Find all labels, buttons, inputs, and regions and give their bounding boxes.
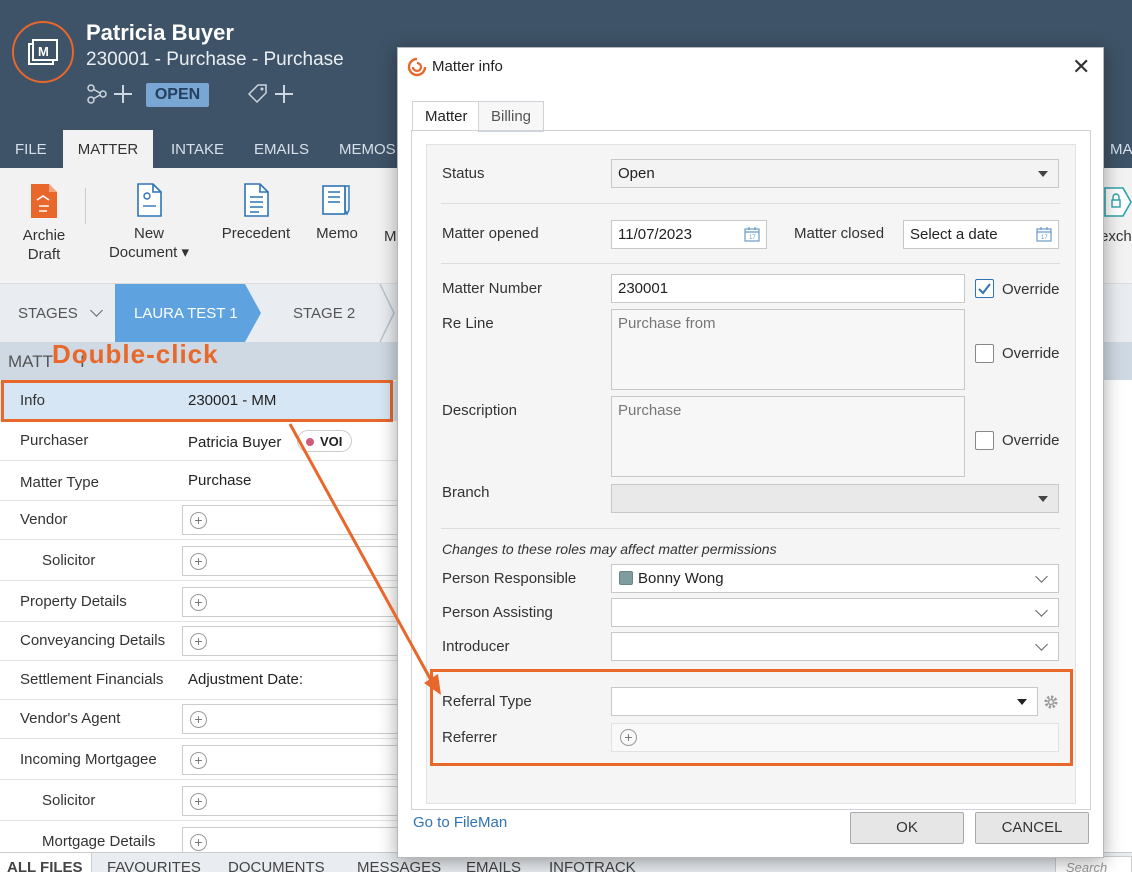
annotation-arrow [288,423,441,695]
